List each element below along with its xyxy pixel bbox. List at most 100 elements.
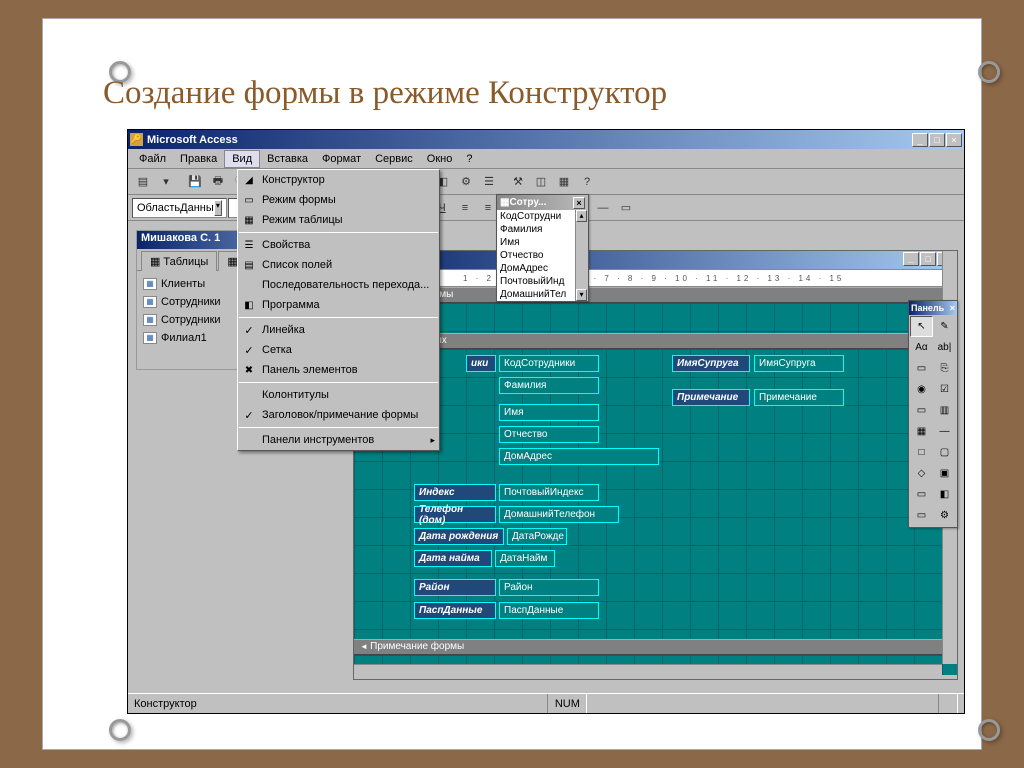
h-scrollbar[interactable]	[354, 664, 942, 679]
menu-item[interactable]: ▦Режим таблицы	[238, 210, 439, 230]
form-detail-area[interactable]: икиКодСотрудники Фамилия Имя Отчество ДомАдр…	[354, 349, 957, 639]
field-label[interactable]: Дата найма	[414, 550, 492, 567]
close-icon[interactable]: ×	[573, 197, 585, 209]
tool-button[interactable]: ▭	[910, 505, 933, 526]
field-control[interactable]: Примечание	[754, 389, 844, 406]
tool-button[interactable]: ◉	[910, 379, 933, 400]
field-label[interactable]: Дата рождения	[414, 528, 504, 545]
menu-insert[interactable]: Вставка	[260, 151, 315, 167]
new-object-icon[interactable]: ▦	[553, 171, 575, 193]
tool-button[interactable]: ▭	[910, 400, 933, 421]
linewidth-icon[interactable]: —	[592, 197, 614, 219]
code-icon[interactable]: ⚙	[455, 171, 477, 193]
field-label[interactable]: Примечание	[672, 389, 750, 406]
field-control[interactable]: Фамилия	[499, 377, 599, 394]
tool-button[interactable]: ⚙	[933, 505, 956, 526]
section-header[interactable]: Область данных	[354, 333, 957, 349]
menu-item[interactable]: ✓Заголовок/примечание формы	[238, 405, 439, 425]
field-control[interactable]: Район	[499, 579, 599, 596]
db-window-icon[interactable]: ◫	[530, 171, 552, 193]
menu-item[interactable]: Колонтитулы	[238, 385, 439, 405]
menu-item[interactable]: ✖Панель элементов	[238, 360, 439, 380]
field-label[interactable]: ики	[466, 355, 496, 372]
tool-button[interactable]: ▥	[933, 400, 956, 421]
field-label[interactable]: Телефон (дом)	[414, 506, 496, 523]
scroll-up-icon[interactable]: ▴	[576, 210, 587, 222]
menu-item[interactable]: ▭Режим формы	[238, 190, 439, 210]
fieldlist-scrollbar[interactable]: ▴ ▾	[575, 210, 588, 301]
design-view-icon[interactable]: ▤	[132, 171, 154, 193]
form-max-button[interactable]: □	[920, 252, 936, 266]
scroll-down-icon[interactable]: ▾	[576, 289, 587, 301]
toolbox-title[interactable]: Панель×	[909, 301, 957, 315]
tab-next[interactable]: ▦	[218, 251, 238, 271]
field-control[interactable]: КодСотрудники	[499, 355, 599, 372]
menu-help[interactable]: ?	[459, 151, 479, 167]
section-header[interactable]: Примечание формы	[354, 639, 957, 655]
arrow-icon[interactable]: ▾	[155, 171, 177, 193]
tool-button[interactable]: ▢	[933, 442, 956, 463]
tool-button[interactable]: ▦	[910, 421, 933, 442]
tool-button[interactable]: ⎘	[933, 358, 956, 379]
menu-item[interactable]: Последовательность перехода...	[238, 275, 439, 295]
tool-button[interactable]: ab|	[933, 337, 956, 358]
menu-item[interactable]: ✓Линейка	[238, 320, 439, 340]
close-button[interactable]: ×	[946, 133, 962, 147]
field-control[interactable]: ДомашнийТелефон	[499, 506, 619, 523]
tool-button[interactable]: ☑	[933, 379, 956, 400]
menu-item[interactable]: ✓Сетка	[238, 340, 439, 360]
tool-button[interactable]: ▭	[910, 484, 933, 505]
section-header[interactable]: Заголовок формы	[354, 287, 957, 303]
minimize-button[interactable]: _	[912, 133, 928, 147]
tab-tables[interactable]: ▦ Таблицы	[141, 251, 217, 271]
field-control[interactable]: Отчество	[499, 426, 599, 443]
build-icon[interactable]: ⚒	[507, 171, 529, 193]
menu-item[interactable]: ◧Программа	[238, 295, 439, 315]
menu-file[interactable]: Файл	[132, 151, 173, 167]
menu-tools[interactable]: Сервис	[368, 151, 420, 167]
field-label[interactable]: Индекс	[414, 484, 496, 501]
field-label[interactable]: ПаспДанные	[414, 602, 496, 619]
field-control[interactable]: ДатаРожде	[507, 528, 567, 545]
ruler[interactable]: 1 · 2 · 3 · 4 · 5 · 6 · 7 · 8 · 9 · 10 ·…	[354, 269, 957, 287]
save-icon[interactable]: 💾	[184, 171, 206, 193]
menu-item[interactable]: ☰Свойства	[238, 235, 439, 255]
field-list-popup[interactable]: ▦ Сотру...× КодСотрудниФамилияИмяОтчеств…	[496, 194, 589, 302]
field-control[interactable]: ПочтовыйИндекс	[499, 484, 599, 501]
object-combo[interactable]: ОбластьДанны▾	[132, 198, 227, 218]
effect-icon[interactable]: ▭	[615, 197, 637, 219]
fieldlist-title[interactable]: ▦ Сотру...×	[497, 195, 588, 210]
tool-button[interactable]: ▭	[910, 358, 933, 379]
maximize-button[interactable]: □	[929, 133, 945, 147]
help-icon[interactable]: ?	[576, 171, 598, 193]
field-control[interactable]: ДатаНайм	[495, 550, 555, 567]
field-control[interactable]: Имя	[499, 404, 599, 421]
menu-item[interactable]: Панели инструментов▸	[238, 430, 439, 450]
close-icon[interactable]: ×	[950, 303, 955, 313]
tool-button[interactable]: ↖	[910, 316, 933, 337]
tool-button[interactable]: ✎	[933, 316, 956, 337]
tool-button[interactable]: □	[910, 442, 933, 463]
tool-button[interactable]: ▣	[933, 463, 956, 484]
field-label[interactable]: Район	[414, 579, 496, 596]
menu-item[interactable]: ▤Список полей	[238, 255, 439, 275]
field-label[interactable]: ИмяСупруга	[672, 355, 750, 372]
menu-item[interactable]: ◢Конструктор	[238, 170, 439, 190]
menu-format[interactable]: Формат	[315, 151, 368, 167]
tool-button[interactable]: Aα	[910, 337, 933, 358]
menu-view[interactable]: Вид	[224, 150, 260, 168]
menu-window[interactable]: Окно	[420, 151, 460, 167]
field-control[interactable]: ИмяСупруга	[754, 355, 844, 372]
align-left-icon[interactable]: ≡	[454, 197, 476, 219]
tool-button[interactable]: ◇	[910, 463, 933, 484]
tool-button[interactable]: —	[933, 421, 956, 442]
field-control[interactable]: ПаспДанные	[499, 602, 599, 619]
toolbox-panel[interactable]: Панель× ↖✎Aαab|▭⎘◉☑▭▥▦—□▢◇▣▭◧▭⚙	[908, 300, 958, 528]
form-header-area[interactable]	[354, 303, 957, 333]
properties-icon[interactable]: ☰	[478, 171, 500, 193]
form-min-button[interactable]: _	[903, 252, 919, 266]
field-control[interactable]: ДомАдрес	[499, 448, 659, 465]
print-icon[interactable]: 🖶	[207, 171, 229, 193]
menu-edit[interactable]: Правка	[173, 151, 224, 167]
tool-button[interactable]: ◧	[933, 484, 956, 505]
